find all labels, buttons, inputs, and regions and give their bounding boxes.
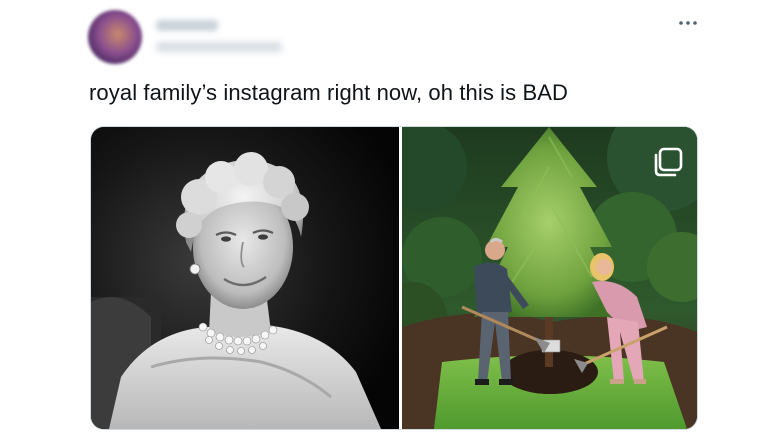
tweet-text: royal family’s instagram right now, oh t… [89, 80, 568, 105]
more-options-button[interactable] [674, 12, 702, 34]
multiple-images-icon [653, 147, 683, 177]
author-handle-blurred[interactable] [156, 42, 282, 52]
tweet: royal family’s instagram right now, oh t… [0, 0, 784, 441]
tweet-media [90, 126, 698, 430]
more-horizontal-icon [678, 20, 698, 26]
author-name-blurred[interactable] [156, 20, 218, 31]
tree-planting-photo[interactable] [402, 127, 697, 429]
avatar[interactable] [88, 10, 142, 64]
portrait-photo[interactable] [91, 127, 399, 429]
